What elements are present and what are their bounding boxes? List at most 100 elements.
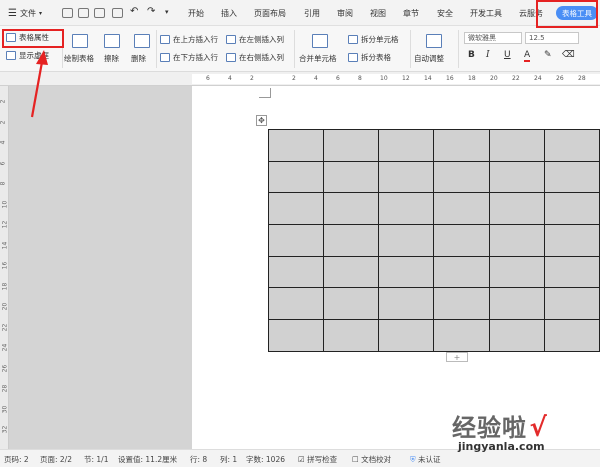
table-cell[interactable] — [488, 224, 545, 257]
table-cell[interactable] — [378, 287, 435, 321]
export-icon[interactable] — [78, 8, 89, 18]
font-size-select[interactable]: 12.5 — [525, 32, 579, 44]
table-cell[interactable] — [488, 129, 545, 162]
table-cell[interactable] — [323, 129, 380, 162]
table-cell[interactable] — [488, 319, 545, 352]
table-cell[interactable] — [267, 160, 325, 194]
table-cell[interactable] — [433, 287, 490, 321]
preview-icon[interactable] — [112, 8, 123, 18]
table-cell[interactable] — [433, 160, 490, 194]
underline-button[interactable]: U — [504, 50, 511, 60]
font-name-select[interactable]: 微软雅黑 — [464, 32, 522, 44]
split-table-icon — [348, 53, 358, 62]
merge-cells-button[interactable]: 合并单元格 — [299, 53, 337, 64]
ruler-tick-label: 2 — [250, 75, 254, 82]
table-cell[interactable] — [543, 192, 600, 226]
table-cell[interactable] — [543, 255, 600, 289]
table-cell[interactable] — [543, 287, 600, 321]
table-cell[interactable] — [323, 255, 380, 289]
ruler-tick-label: 22 — [512, 75, 520, 82]
split-cells-button[interactable]: 拆分单元格 — [348, 34, 399, 45]
tab-view[interactable]: 视图 — [370, 8, 386, 19]
table-cell[interactable] — [267, 192, 325, 226]
delete-table-icon — [134, 34, 150, 48]
ruler-tick-label: 26 — [556, 75, 564, 82]
tab-review[interactable]: 审阅 — [337, 8, 353, 19]
ruler-tick-label: 2 — [0, 120, 7, 124]
table-cell[interactable] — [267, 129, 325, 162]
more-icon[interactable]: ▾ — [165, 8, 169, 16]
table-cell[interactable] — [433, 319, 490, 352]
auto-fit-button[interactable]: 自动调整 — [414, 53, 444, 64]
table-cell[interactable] — [433, 192, 490, 226]
table-move-icon[interactable]: ✥ — [256, 115, 267, 126]
clear-format-icon[interactable]: ⌫ — [562, 50, 575, 60]
table-cell[interactable] — [267, 255, 325, 289]
table-cell[interactable] — [543, 160, 600, 194]
redo-icon[interactable]: ↷ — [147, 6, 155, 17]
chevron-down-icon: ▾ — [38, 9, 42, 17]
table-cell[interactable] — [488, 192, 545, 226]
spell-check-button[interactable]: ☑ 拼写检查 — [298, 454, 337, 465]
insert-col-left-icon — [226, 35, 236, 44]
table-cell[interactable] — [323, 287, 380, 321]
table-cell[interactable] — [267, 224, 325, 257]
table-cell[interactable] — [543, 319, 600, 352]
insert-row-above-button[interactable]: 在上方插入行 — [160, 34, 218, 45]
bold-button[interactable]: B — [468, 50, 475, 60]
insert-row-below-button[interactable]: 在下方插入行 — [160, 52, 218, 63]
tab-chapter[interactable]: 章节 — [403, 8, 419, 19]
erase-button[interactable]: 擦除 — [104, 53, 119, 64]
table-cell[interactable] — [378, 129, 435, 162]
table-cell[interactable] — [323, 319, 380, 352]
table-cell[interactable] — [267, 319, 325, 352]
draw-table-button[interactable]: 绘制表格 — [64, 53, 94, 64]
table-cell[interactable] — [488, 287, 545, 321]
table-cell[interactable] — [378, 319, 435, 352]
tab-security[interactable]: 安全 — [437, 8, 453, 19]
table-cell[interactable] — [488, 160, 545, 194]
split-table-button[interactable]: 拆分表格 — [348, 52, 391, 63]
table-cell[interactable] — [543, 224, 600, 257]
ruler-tick-label: 10 — [380, 75, 388, 82]
add-row-icon[interactable]: + — [446, 352, 468, 362]
tab-home[interactable]: 开始 — [188, 8, 204, 19]
table-cell[interactable] — [323, 160, 380, 194]
table-cell[interactable] — [433, 129, 490, 162]
table-cell[interactable] — [488, 255, 545, 289]
tab-developer[interactable]: 开发工具 — [470, 8, 502, 19]
insert-col-right-button[interactable]: 在右侧插入列 — [226, 52, 284, 63]
ruler-tick-label: 4 — [314, 75, 318, 82]
tab-layout[interactable]: 页面布局 — [254, 8, 286, 19]
print-icon[interactable] — [94, 8, 105, 18]
table-cell[interactable] — [323, 224, 380, 257]
font-color-button[interactable]: A — [524, 50, 531, 62]
table-cell[interactable] — [323, 192, 380, 226]
save-icon[interactable] — [62, 8, 73, 18]
italic-button[interactable]: I — [486, 50, 490, 60]
ribbon-divider — [410, 30, 411, 68]
auth-status[interactable]: ⛨ 未认证 — [410, 454, 441, 465]
table-cell[interactable] — [378, 255, 435, 289]
delete-button[interactable]: 删除 — [131, 53, 146, 64]
table-grid[interactable] — [267, 129, 600, 352]
file-menu-button[interactable]: ☰ 文件 ▾ — [8, 6, 42, 20]
proofread-button[interactable]: ☐ 文档校对 — [352, 454, 391, 465]
status-word-count[interactable]: 字数: 1026 — [246, 454, 285, 465]
table-cell[interactable] — [378, 192, 435, 226]
table-cell[interactable] — [267, 287, 325, 321]
hamburger-icon: ☰ — [8, 7, 17, 19]
table-cell[interactable] — [543, 129, 600, 162]
table-cell[interactable] — [433, 224, 490, 257]
insert-col-left-button[interactable]: 在左侧插入列 — [226, 34, 284, 45]
spell-check-icon: ☑ — [298, 455, 305, 464]
show-gridlines-button[interactable]: 显示虚框 — [6, 50, 49, 61]
table-cell[interactable] — [433, 255, 490, 289]
highlight-icon[interactable]: ✎ — [544, 50, 552, 60]
table-cell[interactable] — [378, 160, 435, 194]
ruler-tick-label: 2 — [292, 75, 296, 82]
tab-references[interactable]: 引用 — [304, 8, 320, 19]
table-cell[interactable] — [378, 224, 435, 257]
undo-icon[interactable]: ↶ — [130, 6, 138, 17]
tab-insert[interactable]: 插入 — [221, 8, 237, 19]
